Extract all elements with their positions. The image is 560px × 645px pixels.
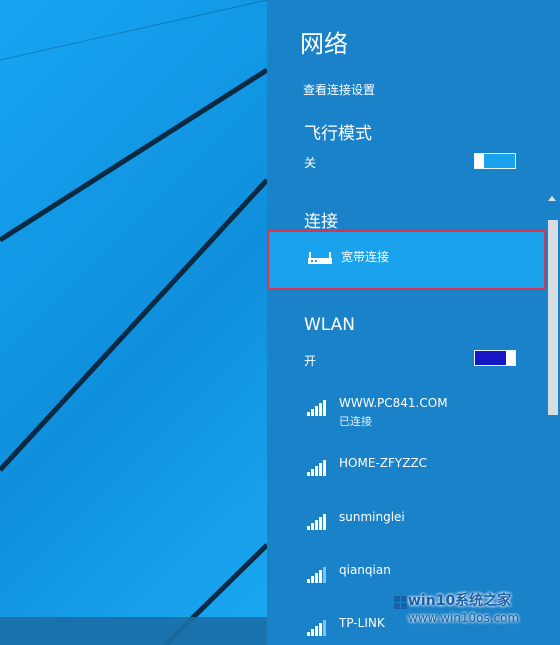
airplane-mode-toggle[interactable] (474, 153, 516, 169)
wifi-network-item[interactable]: WWW.PC841.COM 已连接 (307, 396, 537, 436)
network-name: sunminglei (339, 510, 405, 524)
watermark-brand: win10系统之家 (408, 593, 512, 609)
wifi-signal-icon (307, 620, 326, 636)
chevron-up-icon[interactable] (548, 196, 556, 201)
network-name: qianqian (339, 563, 391, 577)
broadband-connection-label: 宽带连接 (341, 250, 390, 264)
broadband-connection-item[interactable]: 宽带连接 (267, 230, 546, 290)
wifi-signal-icon (307, 567, 326, 583)
panel-scrollbar[interactable] (546, 190, 560, 645)
panel-title: 网络 (300, 30, 348, 58)
desktop-background (0, 0, 267, 645)
wifi-signal-icon (307, 400, 326, 416)
watermark-url: www.win10os.com (408, 611, 520, 625)
desktop-wallpaper-lines (0, 0, 267, 645)
view-connection-settings-link[interactable]: 查看连接设置 (303, 81, 375, 98)
network-name: HOME-ZFYZZC (339, 456, 428, 470)
scrollbar-thumb[interactable] (548, 220, 558, 415)
airplane-mode-heading: 飞行模式 (304, 124, 372, 144)
router-icon (308, 252, 332, 264)
airplane-mode-state-label: 关 (304, 156, 317, 170)
wifi-network-item[interactable]: sunminglei (307, 510, 537, 550)
toggle-knob (506, 351, 515, 365)
wlan-toggle[interactable] (474, 350, 516, 366)
network-name: TP-LINK (339, 616, 385, 630)
windows-logo-icon (394, 596, 407, 609)
network-status: 已连接 (339, 415, 372, 428)
network-panel: 网络 查看连接设置 飞行模式 关 连接 宽带连接 WLAN 开 WWW.PC84… (267, 0, 560, 645)
wifi-network-item[interactable]: HOME-ZFYZZC (307, 456, 537, 496)
wlan-heading: WLAN (304, 315, 356, 335)
toggle-knob (475, 154, 484, 168)
wifi-signal-icon (307, 514, 326, 530)
wlan-state-label: 开 (304, 354, 317, 368)
taskbar (0, 617, 267, 645)
wifi-signal-icon (307, 460, 326, 476)
network-name: WWW.PC841.COM (339, 396, 448, 410)
watermark: win10系统之家 www.win10os.com (394, 586, 560, 634)
connections-heading: 连接 (304, 212, 338, 232)
